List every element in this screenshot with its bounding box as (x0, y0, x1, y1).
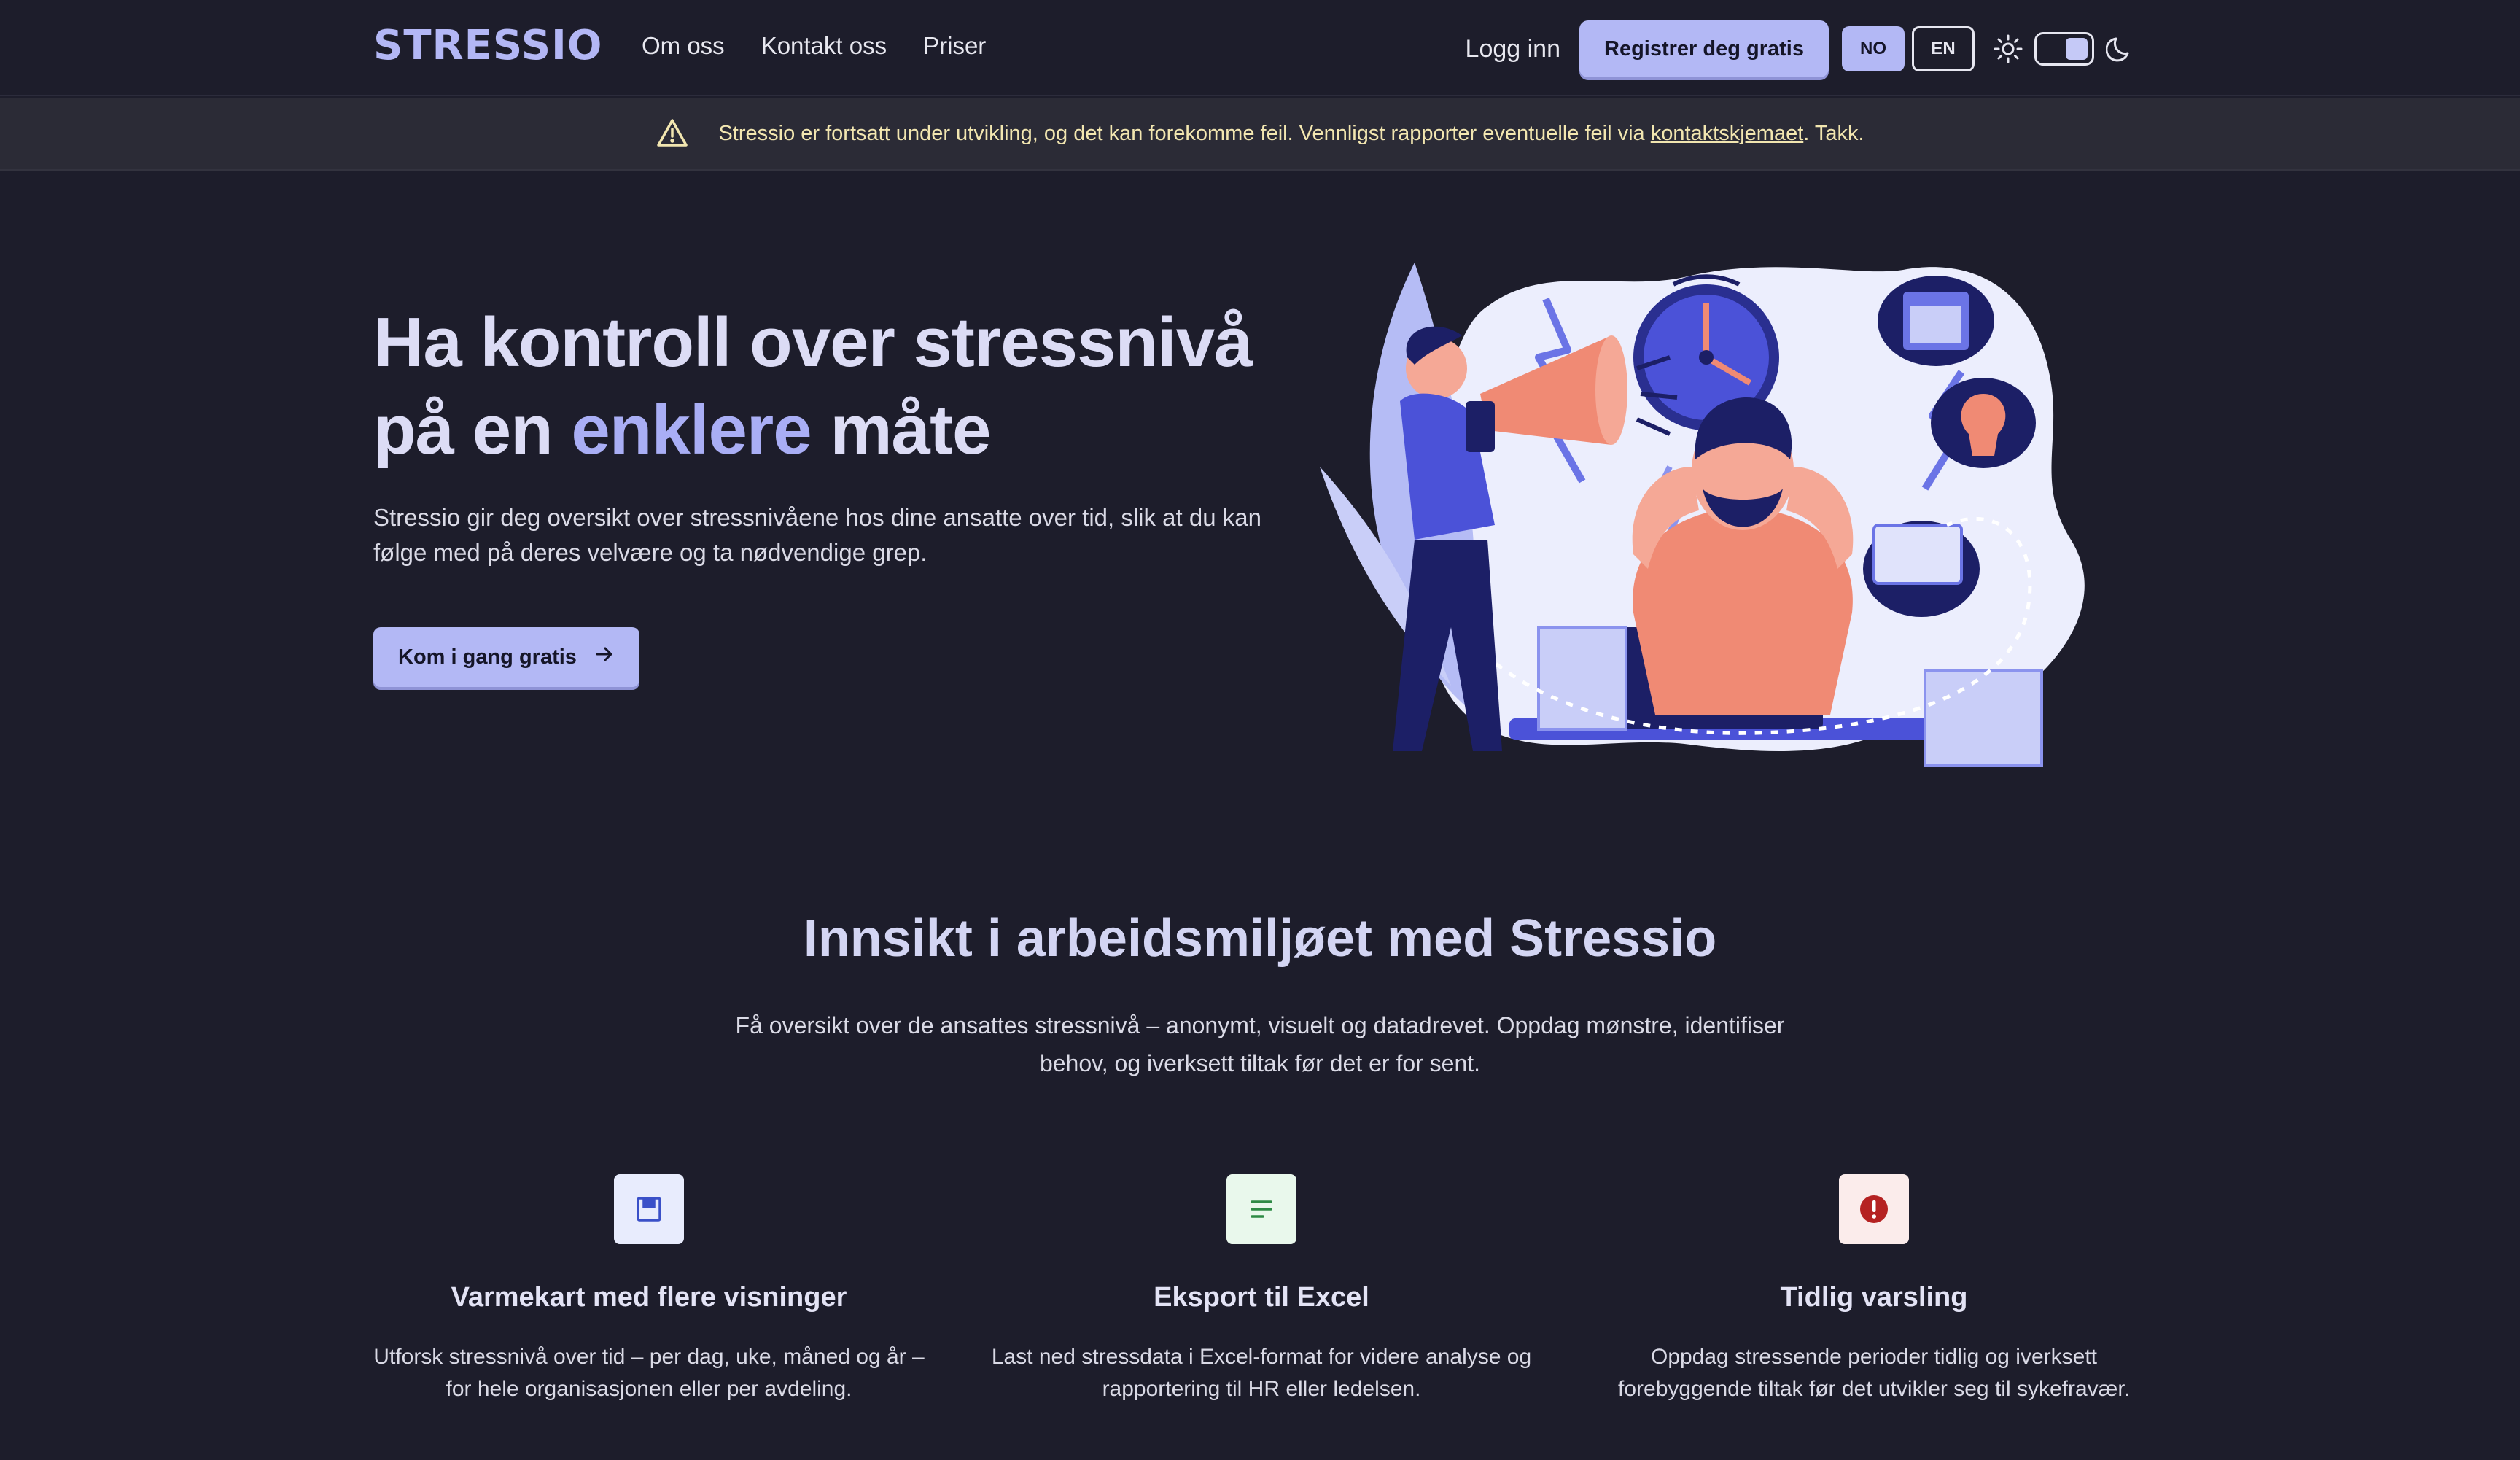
insight-title: Innsikt i arbeidsmiljøet med Stressio (803, 909, 1717, 968)
feature-text: Last ned stressdata i Excel-format for v… (991, 1345, 1532, 1401)
features-list: Varmekart med flere visninger Utforsk st… (365, 1174, 2158, 1405)
language-en-button[interactable]: EN (1912, 26, 1975, 71)
language-no-button[interactable]: NO (1842, 26, 1905, 71)
top-navigation: STRESSIO Om oss Kontakt oss Priser Logg … (0, 0, 2520, 96)
development-banner: Stressio er fortsatt under utvikling, og… (0, 98, 2520, 171)
insight-description: Få oversikt over de ansattes stressnivå … (735, 1012, 1785, 1076)
banner-text-before: Stressio er fortsatt under utvikling, og… (718, 121, 1651, 145)
document-lines-icon (1226, 1174, 1296, 1244)
feature-card-alert: Tidlig varsling Oppdag stressende period… (1590, 1174, 2158, 1405)
theme-toggle[interactable] (2034, 32, 2094, 66)
hero-title-accent: enklere (571, 391, 812, 469)
nav-link-pricing[interactable]: Priser (923, 32, 986, 60)
banner-text-after: . Takk. (1803, 121, 1864, 145)
arrow-right-icon (594, 644, 615, 670)
nav-links: Om oss Kontakt oss Priser (642, 32, 986, 60)
login-link[interactable]: Logg inn (1466, 35, 1560, 63)
banner-text: Stressio er fortsatt under utvikling, og… (718, 122, 1864, 146)
hero-title-pre: på en (373, 391, 572, 469)
warning-icon (656, 117, 689, 150)
feature-card-heatmap: Varmekart med flere visninger Utforsk st… (365, 1174, 933, 1405)
hero-title: Ha kontroll over stressnivå på en enkler… (373, 299, 1285, 474)
nav-actions: Logg inn Registrer deg gratis NO EN (1466, 20, 2147, 77)
get-started-button[interactable]: Kom i gang gratis (373, 627, 639, 687)
nav-link-contact[interactable]: Kontakt oss (761, 32, 887, 60)
register-button[interactable]: Registrer deg gratis (1579, 20, 1829, 77)
hero-title-post: måte (811, 391, 991, 469)
feature-title: Eksport til Excel (1154, 1282, 1369, 1313)
calendar-icon (614, 1174, 684, 1244)
moon-icon[interactable] (2104, 33, 2136, 65)
logo-link[interactable]: STRESSIO (373, 22, 603, 69)
nav-link-about[interactable]: Om oss (642, 32, 725, 60)
feature-title: Tidlig varsling (1780, 1282, 1968, 1313)
contact-form-link[interactable]: kontaktskjemaet (1651, 122, 1804, 145)
hero-description: Stressio gir deg oversikt over stressniv… (373, 504, 1261, 566)
feature-title: Varmekart med flere visninger (451, 1282, 847, 1313)
sun-icon[interactable] (1992, 33, 2024, 65)
alert-icon (1839, 1174, 1909, 1244)
feature-card-excel: Eksport til Excel Last ned stressdata i … (977, 1174, 1546, 1405)
stressed-worker-illustration (1320, 263, 2085, 767)
feature-text: Utforsk stressnivå over tid – per dag, u… (373, 1345, 925, 1401)
feature-text: Oppdag stressende perioder tidlig og ive… (1618, 1345, 2130, 1401)
get-started-label: Kom i gang gratis (398, 645, 577, 669)
theme-toggle-knob (2066, 38, 2088, 60)
hero-title-line1: Ha kontroll over stressnivå (373, 303, 1253, 381)
